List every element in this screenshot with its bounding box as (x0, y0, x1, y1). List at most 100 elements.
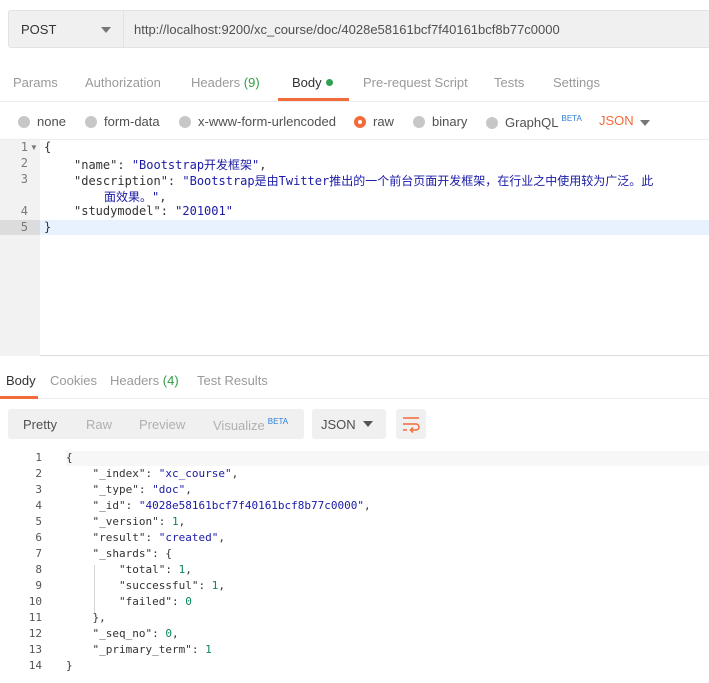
radio-none-label: none (37, 114, 66, 129)
response-tabs: Body Cookies Headers (4) Test Results (0, 357, 709, 399)
line-number: 5 (35, 515, 42, 528)
beta-badge: BETA (267, 417, 289, 426)
code-line: "studymodel": "201001" (74, 204, 233, 218)
json-string: 面效果。" (104, 190, 160, 204)
radio-binary[interactable]: binary (413, 114, 467, 129)
code-line: "name": "Bootstrap开发框架", (74, 158, 267, 172)
radio-urlencoded-label: x-www-form-urlencoded (198, 114, 336, 129)
line-number: 3 (35, 483, 42, 496)
tab-tests[interactable]: Tests (494, 75, 524, 90)
line-number: 2 (35, 467, 42, 480)
view-visualize-button[interactable]: Visualize BETA (213, 417, 288, 433)
tab-response-headers[interactable]: Headers (4) (110, 373, 179, 388)
tab-authorization[interactable]: Authorization (85, 75, 161, 90)
raw-format-select[interactable]: JSON (599, 113, 634, 128)
line-number: 8 (35, 563, 42, 576)
code-line: "_type": "doc", (66, 483, 192, 496)
line-number: 1 (35, 451, 42, 464)
radio-form-data-label: form-data (104, 114, 160, 129)
code-line: { (44, 140, 51, 154)
json-string: "201001" (175, 204, 233, 218)
json-key: "name" (74, 158, 118, 172)
code-line: } (44, 220, 51, 234)
code-line: "failed": 0 (66, 595, 192, 608)
line-number: 6 (35, 531, 42, 544)
tab-headers[interactable]: Headers (9) (191, 75, 260, 90)
current-line-highlight (66, 451, 709, 466)
radio-on-icon (354, 116, 366, 128)
request-tabs: Params Authorization Headers (9) Body Pr… (0, 62, 709, 102)
wrap-lines-button[interactable] (396, 409, 426, 439)
line-number: 4 (35, 499, 42, 512)
code-line: 面效果。", (104, 190, 167, 204)
line-number: 2 (20, 156, 28, 170)
code-line: "_id": "4028e58161bcf7f40161bcf8b77c0000… (66, 499, 371, 512)
line-number: 13 (28, 643, 42, 656)
line-number: 10 (28, 595, 42, 608)
current-line-highlight (0, 220, 709, 235)
line-number: 1 (20, 140, 28, 154)
radio-raw-label: raw (373, 114, 394, 129)
tab-response-body[interactable]: Body (6, 373, 36, 388)
code-line: } (66, 659, 73, 672)
chevron-down-icon (363, 421, 373, 427)
line-number: 7 (35, 547, 42, 560)
line-number: 5 (20, 220, 28, 234)
url-text: http://localhost:9200/xc_course/doc/4028… (134, 22, 560, 37)
beta-badge: BETA (561, 114, 582, 123)
radio-graphql[interactable]: GraphQL BETA (486, 114, 582, 130)
tab-params[interactable]: Params (13, 75, 58, 90)
code-line: "_primary_term": 1 (66, 643, 212, 656)
radio-off-icon (486, 117, 498, 129)
response-view-bar: Pretty Raw Preview Visualize BETA (8, 409, 304, 439)
response-format-label: JSON (321, 417, 356, 432)
tab-prerequest-script[interactable]: Pre-request Script (363, 75, 468, 90)
fold-arrow-icon[interactable]: ▼ (30, 143, 38, 152)
tab-body-label: Body (292, 75, 322, 90)
radio-off-icon (179, 116, 191, 128)
headers-count-badge: (9) (243, 75, 260, 90)
line-number: 12 (28, 627, 42, 640)
radio-urlencoded[interactable]: x-www-form-urlencoded (179, 114, 336, 129)
body-indicator-icon (325, 79, 333, 86)
code-line: "successful": 1, (66, 579, 225, 592)
request-body-editor[interactable]: 1 ▼ 2 3 4 5 { "name": "Bootstrap开发框架", "… (0, 140, 709, 356)
postman-window: POST http://localhost:9200/xc_course/doc… (0, 0, 709, 683)
code-token: { (44, 140, 52, 154)
line-number: 11 (28, 611, 42, 624)
body-mode-bar: none form-data x-www-form-urlencoded raw… (0, 102, 709, 140)
view-pretty-button[interactable]: Pretty (23, 417, 57, 432)
active-tab-indicator (0, 396, 38, 399)
tab-settings[interactable]: Settings (553, 75, 600, 90)
response-headers-count-badge: (4) (162, 373, 179, 388)
code-line: "_seq_no": 0, (66, 627, 179, 640)
code-line: { (66, 451, 73, 464)
tab-test-results[interactable]: Test Results (197, 373, 268, 388)
line-number: 3 (20, 172, 28, 186)
response-format-select[interactable]: JSON (312, 409, 386, 439)
radio-none[interactable]: none (18, 114, 66, 129)
chevron-down-icon[interactable] (640, 120, 650, 126)
request-bar: POST http://localhost:9200/xc_course/doc… (0, 0, 709, 62)
view-raw-button[interactable]: Raw (86, 417, 112, 432)
radio-graphql-label: GraphQL (505, 115, 559, 130)
code-line: "total": 1, (66, 563, 192, 576)
method-select[interactable]: POST (8, 10, 124, 48)
code-token: } (44, 220, 52, 234)
json-key: "studymodel" (74, 204, 161, 218)
code-line: "result": "created", (66, 531, 225, 544)
json-string: "Bootstrap是由Twitter推出的一个前台页面开发框架，在行业之中使用… (182, 174, 654, 188)
response-body-viewer[interactable]: 1 {2 "_index": "xc_course", 3 "_type": "do… (0, 449, 709, 683)
code-line: "_index": "xc_course", (66, 467, 239, 480)
tab-headers-label: Headers (191, 75, 241, 90)
wrap-lines-icon (403, 417, 420, 434)
method-label: POST (21, 22, 57, 37)
code-line: }, (66, 611, 106, 624)
tab-body[interactable]: Body (292, 75, 333, 90)
radio-form-data[interactable]: form-data (85, 114, 160, 129)
radio-raw[interactable]: raw (354, 114, 394, 129)
tab-response-cookies[interactable]: Cookies (50, 373, 97, 388)
radio-off-icon (18, 116, 30, 128)
url-input[interactable]: http://localhost:9200/xc_course/doc/4028… (124, 10, 709, 48)
view-preview-button[interactable]: Preview (139, 417, 185, 432)
